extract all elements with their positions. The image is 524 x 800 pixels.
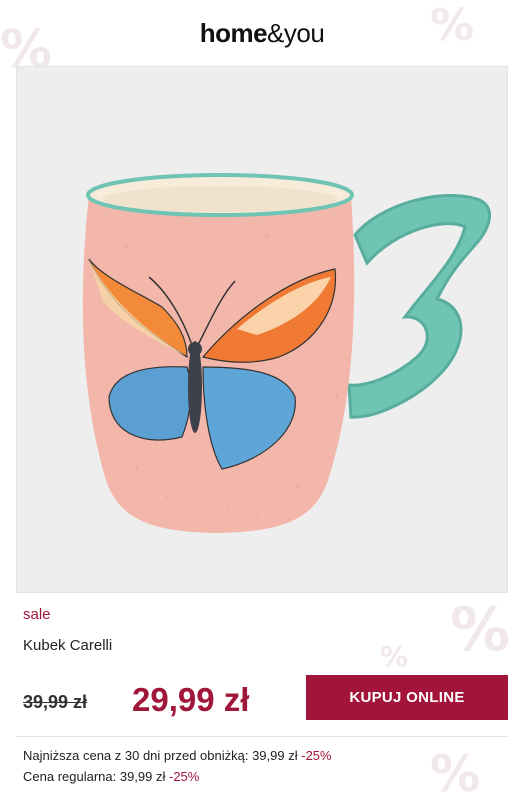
mug-handle [347, 194, 491, 419]
lowest-price-discount: -25% [301, 748, 332, 763]
product-image[interactable] [16, 66, 508, 593]
background-percent-decoration: % [450, 595, 511, 665]
butterfly-mug-image [82, 173, 491, 533]
regular-price-discount: -25% [169, 769, 200, 784]
logo-you-text: you [283, 17, 325, 48]
regular-price-label: Cena regularna: 39,99 zł [23, 769, 166, 784]
mug-body [82, 195, 355, 533]
lowest-price-label: Najniższa cena z 30 dni przed obniżką: 3… [23, 748, 298, 763]
product-name[interactable]: Kubek Carelli [23, 637, 112, 654]
logo-home-text: home [199, 17, 268, 48]
current-price: 29,99 zł [132, 681, 250, 718]
divider [16, 736, 508, 737]
background-percent-decoration: % [430, 745, 481, 800]
background-percent-decoration: % [380, 640, 409, 673]
logo-ampersand: & [267, 17, 284, 48]
sale-badge: sale [23, 606, 51, 623]
regular-price-info: Cena regularna: 39,99 zł -25% [23, 769, 199, 784]
site-header: home&you [0, 0, 524, 66]
buy-online-button[interactable]: KUPUJ ONLINE [306, 675, 508, 720]
brand-logo[interactable]: home&you [200, 18, 325, 49]
lowest-price-info: Najniższa cena z 30 dni przed obniżką: 3… [23, 748, 332, 763]
old-price: 39,99 zł [23, 692, 88, 712]
